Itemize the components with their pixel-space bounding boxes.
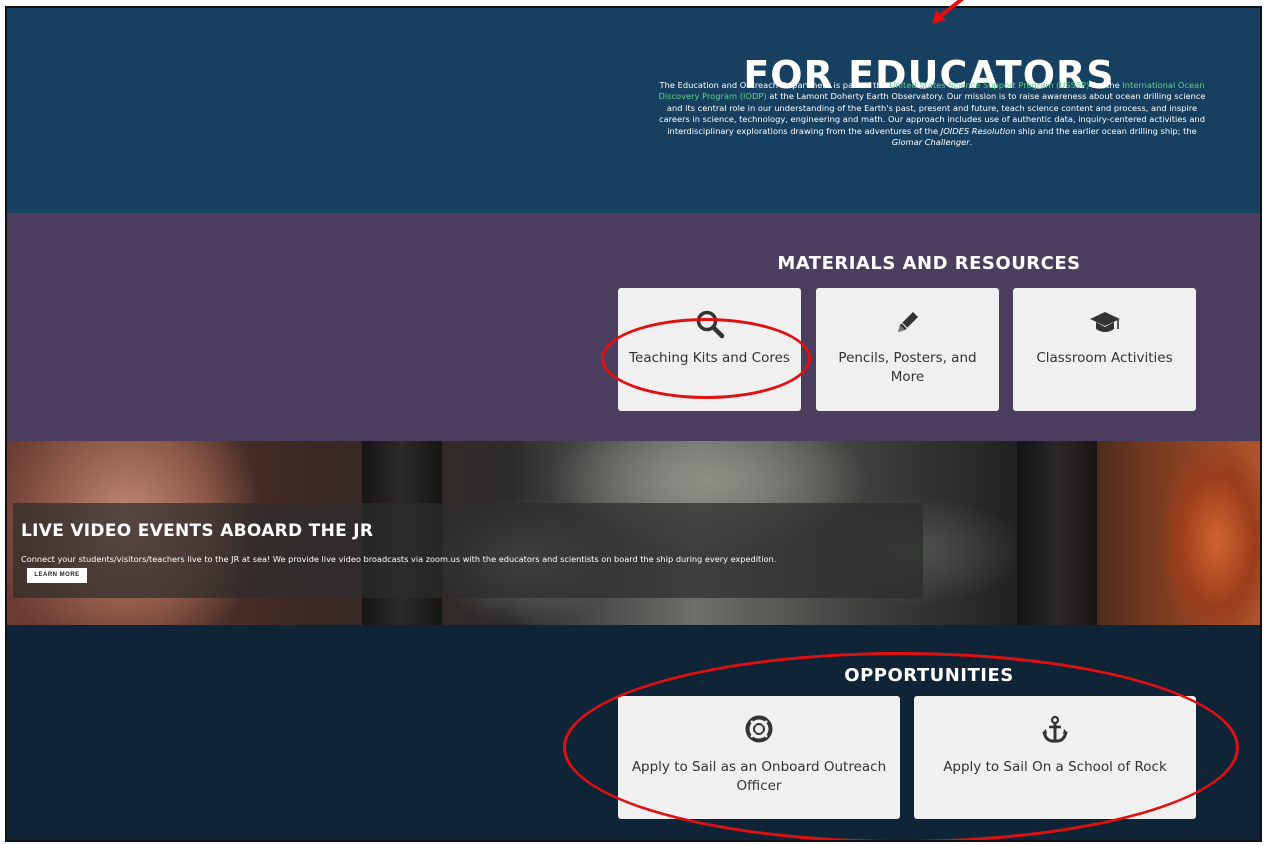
card-label: Apply to Sail as an Onboard Outreach Off…: [631, 759, 887, 794]
intro-text: for the: [1089, 80, 1123, 90]
card-label: Classroom Activities: [1036, 350, 1173, 366]
materials-section: MATERIALS AND RESOURCES Teaching Kits an…: [7, 213, 1260, 441]
card-label: Pencils, Posters, and More: [838, 350, 977, 385]
intro-text: .: [969, 137, 973, 148]
card-school-of-rock[interactable]: Apply to Sail On a School of Rock: [914, 696, 1196, 819]
anchor-icon: [914, 715, 1196, 745]
video-title: LIVE VIDEO EVENTS ABOARD THE JR: [21, 521, 374, 541]
video-caption-overlay: [13, 503, 923, 598]
video-description: Connect your students/visitors/teachers …: [21, 554, 777, 564]
card-label: Teaching Kits and Cores: [629, 350, 790, 366]
materials-title: MATERIALS AND RESOURCES: [777, 253, 1081, 274]
ship-name-glomar: Glomar Challenger: [891, 137, 970, 148]
card-pencils-posters[interactable]: Pencils, Posters, and More: [816, 288, 999, 411]
pencil-icon: [816, 307, 999, 337]
card-label: Apply to Sail On a School of Rock: [943, 759, 1167, 775]
graduation-cap-icon: [1013, 309, 1196, 337]
search-icon: [618, 309, 801, 339]
card-outreach-officer[interactable]: Apply to Sail as an Onboard Outreach Off…: [618, 696, 900, 819]
intro-text: The Education and Outreach Department is…: [659, 80, 890, 90]
tablet-edge-right: [1017, 441, 1097, 625]
intro-paragraph: The Education and Outreach Department is…: [652, 80, 1212, 148]
hero-section: FOR EDUCATORS The Education and Outreach…: [7, 8, 1260, 213]
opportunities-section: OPPORTUNITIES Apply to Sail as an Onboar…: [7, 625, 1260, 840]
ship-name-joides: JOIDES Resolution: [940, 125, 1016, 136]
card-teaching-kits[interactable]: Teaching Kits and Cores: [618, 288, 801, 411]
video-banner: LIVE VIDEO EVENTS ABOARD THE JR Connect …: [7, 441, 1260, 625]
card-classroom-activities[interactable]: Classroom Activities: [1013, 288, 1196, 411]
usssp-link[interactable]: United States Science Support Program (U…: [889, 80, 1089, 90]
opportunities-title: OPPORTUNITIES: [844, 665, 1014, 686]
learn-more-button[interactable]: LEARN MORE: [27, 568, 87, 583]
life-ring-icon: [618, 715, 900, 743]
intro-text: ship and the earlier ocean drilling ship…: [1015, 125, 1197, 136]
page-frame: FOR EDUCATORS The Education and Outreach…: [5, 6, 1262, 842]
